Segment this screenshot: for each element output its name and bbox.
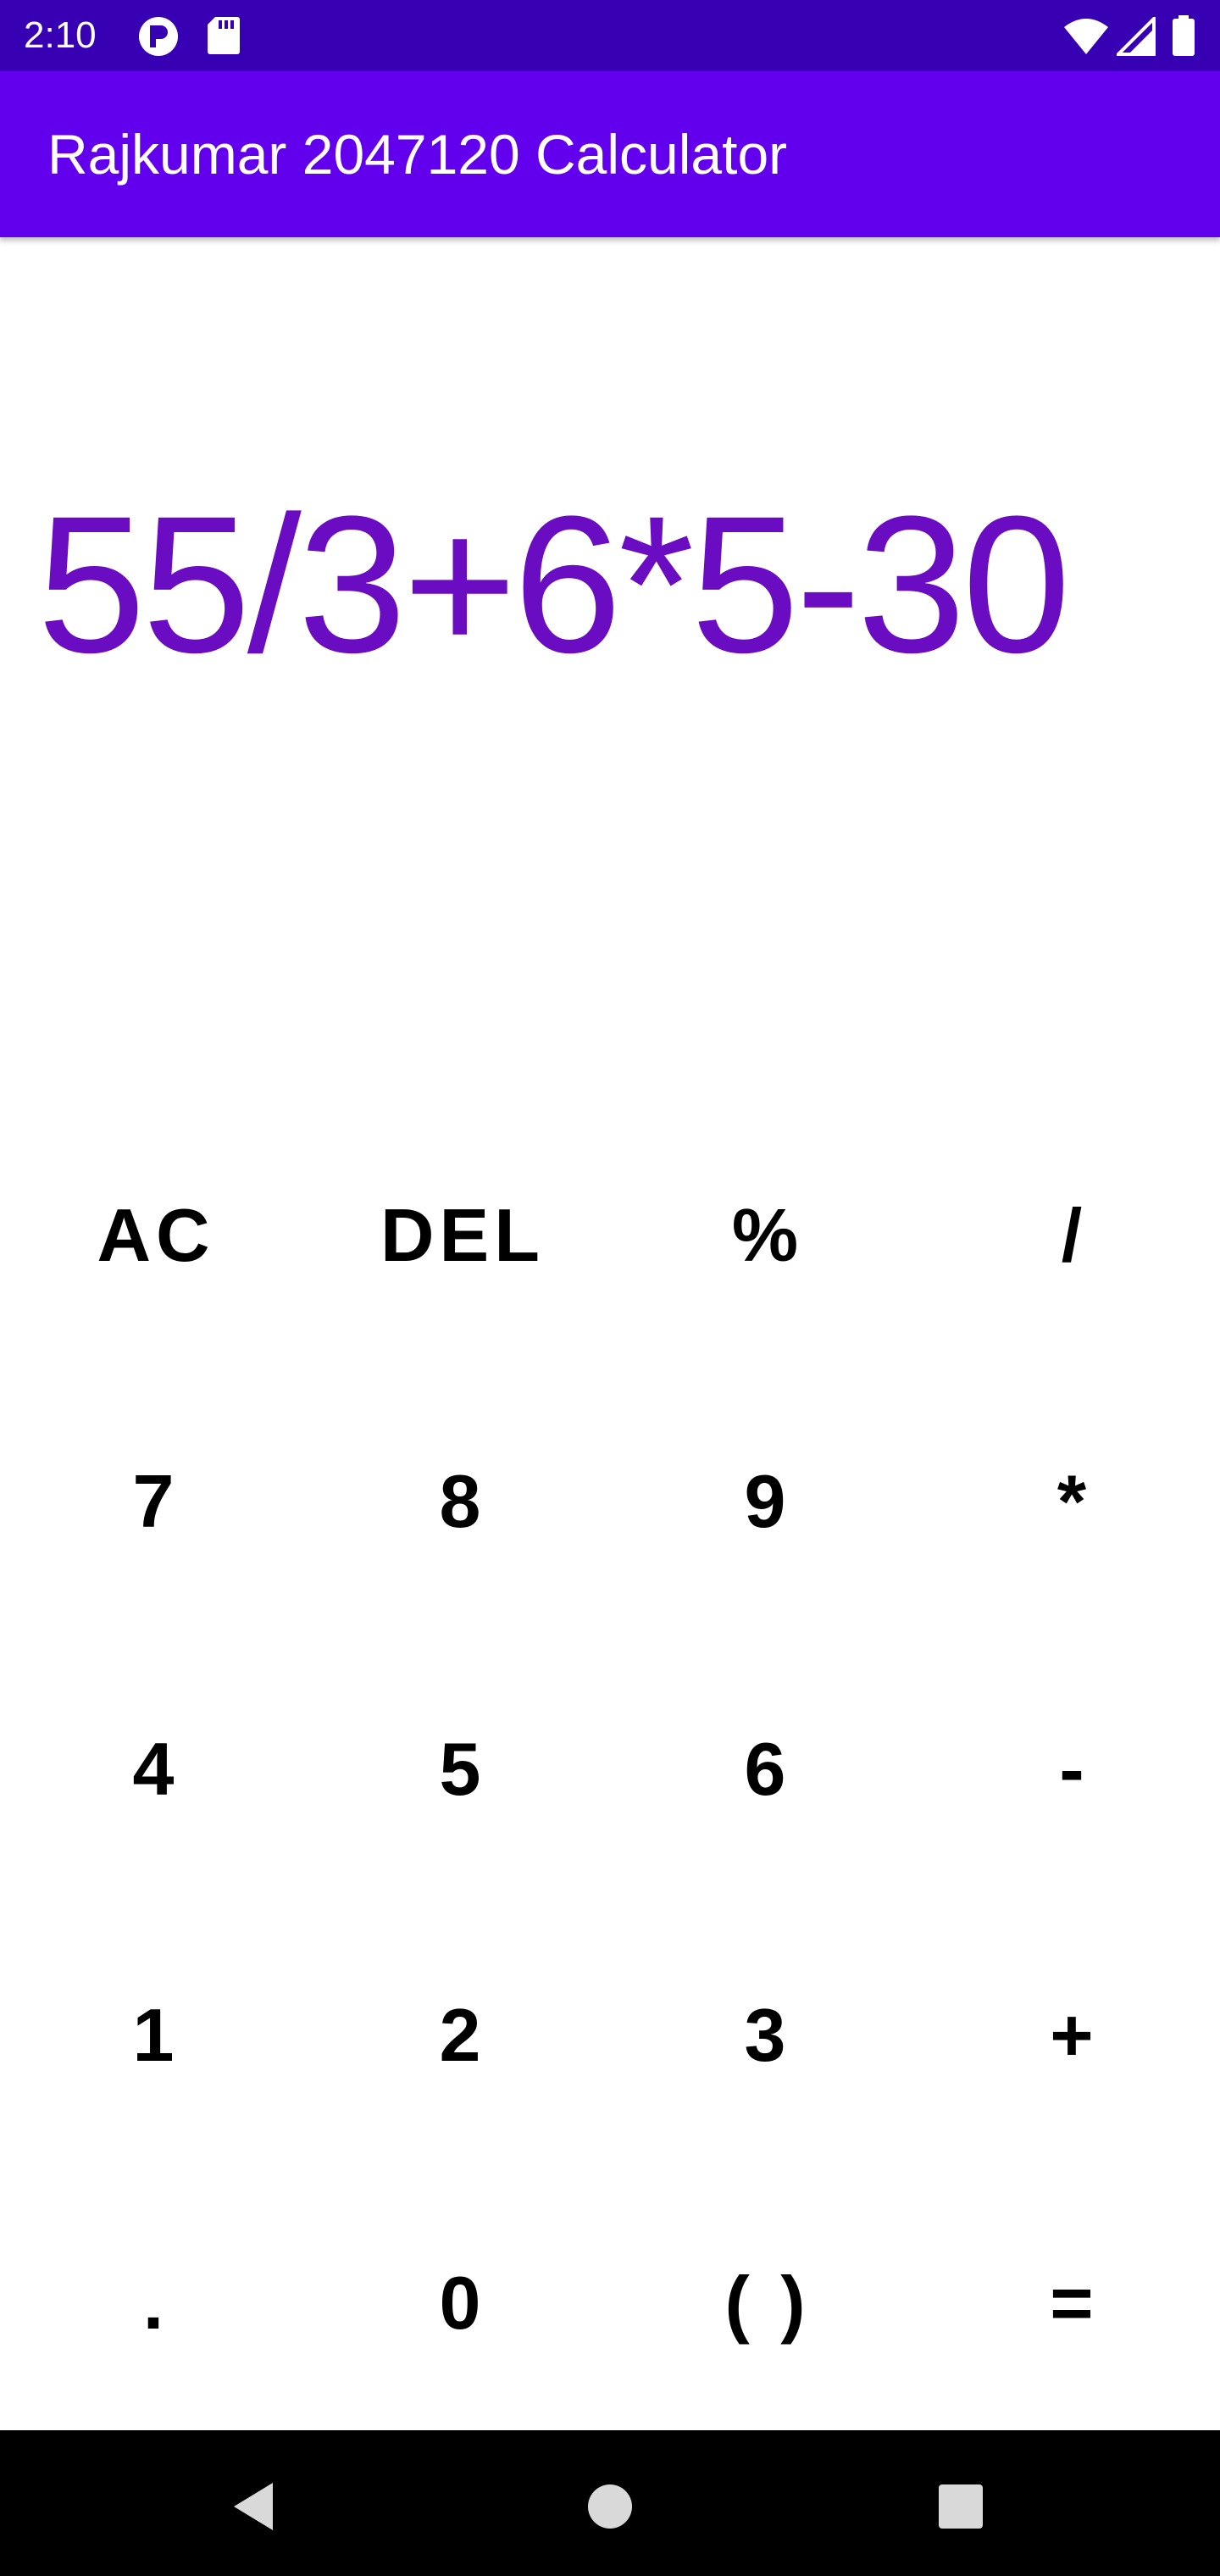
status-time: 2:10 (24, 14, 97, 56)
recents-icon[interactable] (918, 2464, 1003, 2549)
key-6-button[interactable]: 6 (615, 1685, 920, 1854)
key-5-button[interactable]: 5 (310, 1685, 615, 1854)
sd-card-icon (207, 15, 241, 60)
key-decimal-button[interactable]: . (3, 2218, 308, 2388)
key-0-button[interactable]: 0 (310, 2218, 615, 2388)
home-icon[interactable] (568, 2464, 652, 2549)
app-bar: Rajkumar 2047120 Calculator (0, 71, 1220, 237)
key-4-button[interactable]: 4 (3, 1685, 308, 1854)
key-percent-button[interactable]: % (615, 1151, 920, 1320)
key-1-button[interactable]: 1 (3, 1951, 308, 2120)
navigation-bar (0, 2430, 1220, 2576)
back-icon[interactable] (212, 2464, 297, 2549)
key-multiply-button[interactable]: * (922, 1417, 1220, 1586)
key-del-button[interactable]: DEL (310, 1151, 615, 1320)
key-add-button[interactable]: + (922, 1951, 1220, 2120)
app-title: Rajkumar 2047120 Calculator (47, 123, 788, 186)
expression-text: 55/3+6*5-30 (37, 475, 1071, 693)
status-bar: 2:10 (0, 0, 1220, 71)
key-subtract-button[interactable]: - (922, 1685, 1220, 1854)
keypad: AC DEL % / 7 8 9 * 4 5 6 - 1 2 3 + . 0 (… (0, 1102, 1220, 2430)
key-parentheses-button[interactable]: ( ) (615, 2218, 920, 2388)
key-ac-button[interactable]: AC (3, 1151, 308, 1320)
wifi-icon (1062, 17, 1110, 60)
key-equals-button[interactable]: = (922, 2218, 1220, 2388)
p-badge-icon (137, 15, 180, 62)
key-7-button[interactable]: 7 (3, 1417, 308, 1586)
key-9-button[interactable]: 9 (615, 1417, 920, 1586)
key-2-button[interactable]: 2 (310, 1951, 615, 2120)
key-3-button[interactable]: 3 (615, 1951, 920, 2120)
key-8-button[interactable]: 8 (310, 1417, 615, 1586)
battery-icon (1171, 15, 1196, 62)
signal-icon (1114, 14, 1156, 60)
key-divide-button[interactable]: / (922, 1151, 1220, 1320)
